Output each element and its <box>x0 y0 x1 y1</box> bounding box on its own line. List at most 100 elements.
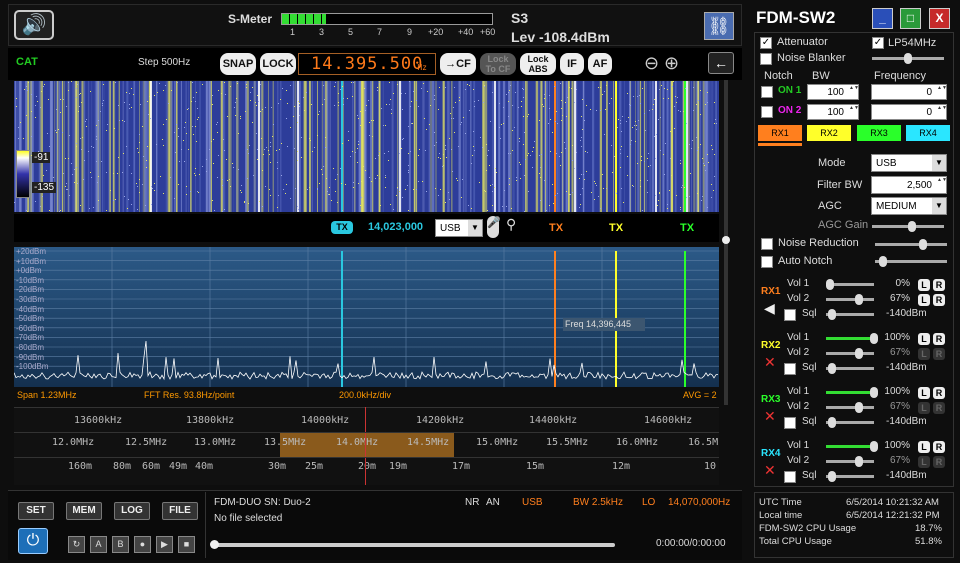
agc-select[interactable]: MEDIUM ▼ <box>871 197 947 215</box>
rx-vol1-thumb[interactable] <box>870 441 878 452</box>
splitter-handle[interactable] <box>722 236 730 244</box>
notch2-freq-spinner[interactable]: 0 <box>871 104 947 120</box>
noise-reduction-thumb[interactable] <box>919 239 927 250</box>
snap-button[interactable]: SNAP <box>220 53 256 75</box>
rx-squelch-slider[interactable] <box>826 471 874 482</box>
right-channel-button[interactable]: R <box>933 333 945 345</box>
set-button[interactable]: SET <box>18 502 54 520</box>
usb-icon[interactable]: ⚲ <box>506 216 516 233</box>
rx-squelch-thumb[interactable] <box>828 417 836 428</box>
rx-squelch-checkbox[interactable] <box>784 309 796 321</box>
right-channel-button[interactable]: R <box>933 387 945 399</box>
log-button[interactable]: LOG <box>114 502 150 520</box>
power-icon[interactable]: ⏻ <box>18 528 48 554</box>
lock-abs-button[interactable]: Lock ABS <box>520 53 556 75</box>
rx-vol1-slider[interactable] <box>826 441 878 452</box>
tx-main-badge[interactable]: TX <box>331 221 353 234</box>
notch2-bw-spinner[interactable]: 100 <box>807 104 859 120</box>
agc-gain-slider[interactable] <box>872 221 944 232</box>
waterfall-scale-top[interactable]: -91 <box>32 152 51 163</box>
noise-reduction-checkbox[interactable] <box>761 238 773 250</box>
rx-vol1-slider[interactable] <box>826 387 878 398</box>
marker-a-button[interactable]: A <box>90 536 107 553</box>
lp54-checkbox[interactable]: ✓ <box>872 37 884 49</box>
rx-squelch-checkbox[interactable] <box>784 363 796 375</box>
speaker-icon[interactable]: 🔊 <box>14 10 54 40</box>
vfo-frequency[interactable]: 14,023,000 <box>368 221 423 233</box>
left-channel-button[interactable]: L <box>918 456 930 468</box>
left-channel-button[interactable]: L <box>918 333 930 345</box>
rx-squelch-checkbox[interactable] <box>784 417 796 429</box>
muted-speaker-icon[interactable]: ✕ <box>764 408 776 425</box>
auto-notch-slider[interactable] <box>875 256 947 267</box>
rx-squelch-thumb[interactable] <box>828 363 836 374</box>
left-channel-button[interactable]: L <box>918 387 930 399</box>
stop-icon[interactable]: ■ <box>178 536 195 553</box>
tab-rx2[interactable]: RX2 <box>807 125 851 141</box>
back-arrow-icon[interactable]: ← <box>708 52 734 74</box>
right-channel-button[interactable]: R <box>933 294 945 306</box>
rx-vol1-thumb[interactable] <box>870 387 878 398</box>
filter-bw-spinner[interactable]: 2,500 <box>871 176 947 194</box>
rx-squelch-thumb[interactable] <box>828 309 836 320</box>
close-icon[interactable]: X <box>929 8 950 29</box>
rx-vol2-slider[interactable] <box>826 402 874 413</box>
speaker-icon[interactable]: ◀ <box>764 300 775 317</box>
if-button[interactable]: IF <box>560 53 584 75</box>
tab-rx1[interactable]: RX1 <box>758 125 802 141</box>
noise-blanker-slider[interactable] <box>872 53 944 64</box>
left-channel-button[interactable]: L <box>918 279 930 291</box>
notch1-checkbox[interactable] <box>761 86 773 98</box>
waterfall-display[interactable] <box>14 81 719 212</box>
rx-vol1-slider[interactable] <box>826 333 878 344</box>
attenuator-checkbox[interactable]: ✓ <box>760 37 772 49</box>
step-label[interactable]: Step 500Hz <box>138 57 190 68</box>
muted-speaker-icon[interactable]: ✕ <box>764 462 776 479</box>
left-channel-button[interactable]: L <box>918 294 930 306</box>
link-icon[interactable]: ⛓ <box>704 12 734 40</box>
left-channel-button[interactable]: L <box>918 402 930 414</box>
spectrum-display[interactable]: +20dBm +10dBm +0dBm -10dBm -20dBm -30dBm -40dB… <box>14 247 719 387</box>
play-icon[interactable]: ▶ <box>156 536 173 553</box>
af-button[interactable]: AF <box>588 53 612 75</box>
left-channel-button[interactable]: L <box>918 441 930 453</box>
noise-reduction-slider[interactable] <box>875 239 947 250</box>
notch1-bw-spinner[interactable]: 100 <box>807 84 859 100</box>
rx-squelch-slider[interactable] <box>826 417 874 428</box>
noise-blanker-checkbox[interactable] <box>760 53 772 65</box>
auto-notch-thumb[interactable] <box>879 256 887 267</box>
noise-blanker-thumb[interactable] <box>904 53 912 64</box>
marker-b-button[interactable]: B <box>112 536 129 553</box>
muted-speaker-icon[interactable]: ✕ <box>764 354 776 371</box>
notch1-freq-spinner[interactable]: 0 <box>871 84 947 100</box>
rx-squelch-checkbox[interactable] <box>784 471 796 483</box>
minimize-icon[interactable]: _ <box>872 8 893 29</box>
waterfall-scale-bottom[interactable]: -135 <box>32 182 57 193</box>
mode-select[interactable]: USB ▼ <box>871 154 947 172</box>
file-button[interactable]: FILE <box>162 502 198 520</box>
record-icon[interactable]: ● <box>134 536 151 553</box>
right-channel-button[interactable]: R <box>933 279 945 291</box>
lock-to-cf-button[interactable]: Lock To CF <box>480 53 516 75</box>
loop-icon[interactable]: ↻ <box>68 536 85 553</box>
rx-vol2-slider[interactable] <box>826 456 874 467</box>
to-cf-button[interactable]: →CF <box>440 53 476 75</box>
zoom-out-icon[interactable]: ⊖ <box>644 53 659 74</box>
left-channel-button[interactable]: L <box>918 348 930 360</box>
rx-vol1-thumb[interactable] <box>826 279 834 290</box>
maximize-icon[interactable]: □ <box>900 8 921 29</box>
frequency-display[interactable]: 14.395.500 Hz <box>298 53 436 75</box>
right-channel-button[interactable]: R <box>933 348 945 360</box>
notch2-checkbox[interactable] <box>761 106 773 118</box>
right-channel-button[interactable]: R <box>933 402 945 414</box>
microphone-icon[interactable]: 🎤 <box>487 216 501 238</box>
vfo-mode-select[interactable]: USB ▼ <box>435 219 483 237</box>
rx-squelch-thumb[interactable] <box>828 471 836 482</box>
agc-gain-thumb[interactable] <box>908 221 916 232</box>
mem-button[interactable]: MEM <box>66 502 102 520</box>
lock-button[interactable]: LOCK <box>260 53 296 75</box>
right-channel-button[interactable]: R <box>933 441 945 453</box>
right-channel-button[interactable]: R <box>933 456 945 468</box>
progress-handle[interactable] <box>210 540 219 549</box>
playback-progress[interactable] <box>210 540 615 549</box>
